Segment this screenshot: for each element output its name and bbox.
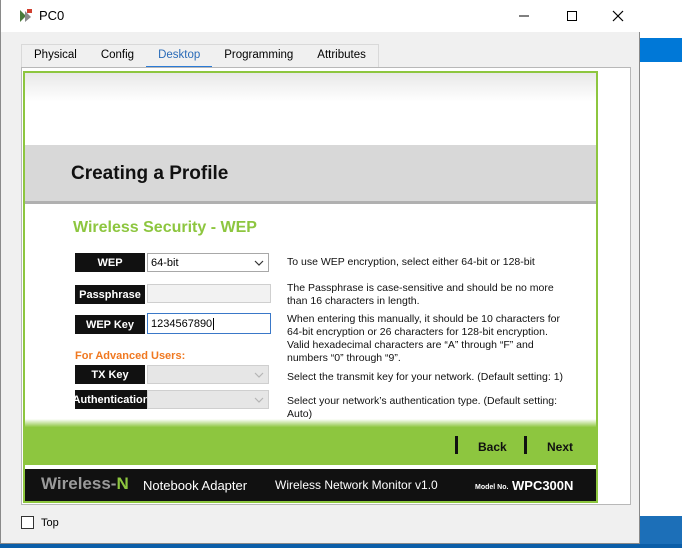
wep-key-description-line-1: When entering this manually, it should b…: [287, 313, 560, 325]
authentication-label: Authentication: [73, 390, 150, 409]
authentication-description: Select your network’s authentication typ…: [287, 395, 558, 420]
monitor-version: Wireless Network Monitor v1.0: [275, 478, 438, 492]
tx-key-select[interactable]: [147, 365, 269, 384]
wep-key-input[interactable]: 1234567890: [147, 313, 271, 334]
chevron-down-icon: [254, 397, 264, 403]
text-cursor: [213, 317, 215, 330]
close-icon: [612, 10, 624, 22]
title-bar[interactable]: PC0: [1, 0, 641, 32]
nav-separator: [524, 436, 527, 454]
top-checkbox-label: Top: [41, 516, 59, 529]
brand-main: Wireless-: [41, 474, 117, 493]
tab-desktop[interactable]: Desktop: [146, 45, 213, 69]
brand-n: N: [116, 474, 129, 493]
wep-key-label: WEP Key: [75, 315, 145, 334]
brand-logo: Wireless-N: [41, 474, 129, 494]
passphrase-input[interactable]: [147, 284, 271, 303]
pc-window: PC0 Physical Config Desktop Programming …: [0, 0, 641, 544]
wep-description: To use WEP encryption, select either 64-…: [287, 256, 535, 268]
authentication-select[interactable]: [147, 390, 269, 409]
wep-label: WEP: [75, 253, 145, 272]
brand-subtitle: Notebook Adapter: [143, 478, 248, 493]
wep-select[interactable]: 64-bit: [147, 253, 269, 272]
desktop-background-bottom: [640, 516, 682, 544]
wireless-monitor-panel: Creating a Profile Wireless Security - W…: [23, 71, 598, 503]
top-checkbox-row[interactable]: Top: [21, 516, 59, 529]
maximize-button[interactable]: [549, 0, 595, 32]
navigation-bar: [25, 419, 596, 465]
desktop-background-base: [0, 544, 682, 548]
minimize-icon: [519, 15, 529, 17]
tab-attributes[interactable]: Attributes: [305, 45, 378, 67]
nav-separator: [455, 436, 458, 454]
tab-config[interactable]: Config: [89, 45, 146, 67]
wep-key-description-line-4: numbers “0” through “9”.: [287, 352, 401, 364]
header-top: [25, 73, 596, 145]
tx-key-description: Select the transmit key for your network…: [287, 371, 564, 383]
brand-footer: Wireless-N Notebook Adapter Wireless Net…: [25, 469, 596, 501]
passphrase-description: The Passphrase is case-sensitive and sho…: [287, 282, 577, 308]
minimize-button[interactable]: [501, 0, 547, 32]
passphrase-description-line-2: than 16 characters in length.: [287, 295, 420, 307]
wep-select-value: 64-bit: [151, 256, 179, 269]
wep-key-value: 1234567890: [151, 317, 213, 330]
passphrase-description-line-1: The Passphrase is case-sensitive and sho…: [287, 282, 554, 294]
pc-app-icon: [17, 8, 35, 24]
wep-key-description-line-2: 64-bit encryption or 26 characters for 1…: [287, 326, 548, 338]
wep-key-description-line-3: Valid hexadecimal characters are “A” thr…: [287, 339, 534, 351]
tab-bar: Physical Config Desktop Programming Attr…: [21, 44, 379, 69]
desktop-background-top: [640, 38, 682, 62]
wep-key-description: When entering this manually, it should b…: [287, 313, 577, 365]
window-title: PC0: [39, 8, 65, 23]
section-title: Wireless Security - WEP: [73, 219, 257, 236]
chevron-down-icon: [254, 372, 264, 378]
back-button[interactable]: Back: [478, 440, 507, 454]
next-button[interactable]: Next: [547, 440, 573, 454]
tab-physical[interactable]: Physical: [22, 45, 89, 67]
page-title: Creating a Profile: [71, 163, 229, 184]
model-number-label: Model No.: [475, 484, 509, 491]
close-button[interactable]: [595, 0, 641, 32]
tab-programming[interactable]: Programming: [212, 45, 305, 67]
model-number: WPC300N: [512, 478, 574, 493]
maximize-icon: [567, 11, 577, 21]
tx-key-label: TX Key: [75, 365, 145, 384]
chevron-down-icon: [254, 260, 264, 266]
passphrase-label: Passphrase: [75, 285, 145, 304]
top-checkbox[interactable]: [21, 516, 34, 529]
advanced-users-label: For Advanced Users:: [75, 350, 186, 362]
